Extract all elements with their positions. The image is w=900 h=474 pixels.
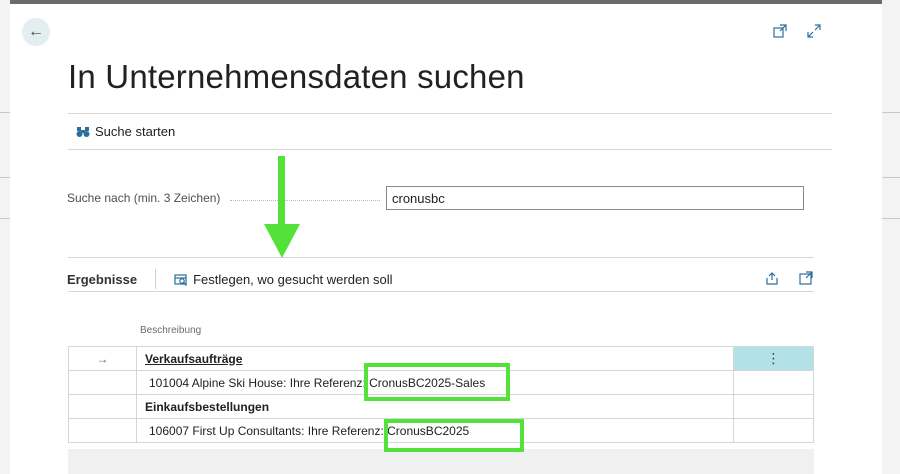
open-in-new-window-icon[interactable] (773, 24, 787, 38)
table-row[interactable]: → Verkaufsaufträge ⋮ (68, 346, 814, 371)
results-title: Ergebnisse (67, 271, 138, 287)
row-selector[interactable] (68, 418, 137, 443)
result-item-text[interactable]: 101004 Alpine Ski House: Ihre Referenz: … (136, 370, 734, 395)
row-actions-cell (733, 394, 814, 419)
expand-icon[interactable] (807, 24, 821, 38)
result-item-match: z: CronusBC2025-Sales (356, 375, 486, 390)
search-field-label: Suche nach (min. 3 Zeichen) (67, 191, 221, 205)
bg-divider (0, 218, 10, 219)
row-actions-button[interactable]: ⋮ (733, 346, 814, 371)
annotation-arrow-down-icon (264, 156, 300, 258)
start-search-button[interactable]: Suche starten (76, 124, 175, 139)
row-selector[interactable]: → (68, 346, 137, 371)
search-input[interactable] (386, 186, 804, 210)
group-sales-orders[interactable]: Verkaufsaufträge (136, 346, 734, 371)
results-toolbar: Ergebnisse Festlegen, wo gesucht werden … (67, 267, 813, 291)
toolbar-divider (68, 149, 832, 150)
group-purchase-orders[interactable]: Einkaufsbestellungen (136, 394, 734, 419)
share-icon[interactable] (765, 271, 779, 285)
results-toolbar-divider (68, 291, 814, 292)
search-settings-icon (174, 273, 188, 286)
binoculars-icon (76, 126, 90, 137)
result-item-match: CronusBC2025 (387, 423, 470, 438)
result-item-prefix: 106007 First Up Consultants: Ihre Refere… (149, 423, 388, 438)
start-search-label: Suche starten (95, 124, 176, 139)
bg-divider (882, 177, 900, 178)
open-in-pane-icon[interactable] (799, 271, 813, 285)
row-selector[interactable] (68, 370, 137, 395)
results-icon-group (765, 271, 813, 285)
arrow-left-icon: ← (28, 23, 44, 40)
result-item-text[interactable]: 106007 First Up Consultants: Ihre Refere… (136, 418, 734, 443)
background-page-right (882, 0, 900, 474)
results-footer-area (68, 449, 814, 474)
define-search-scope-label: Festlegen, wo gesucht werden soll (193, 271, 393, 287)
row-actions-cell (733, 370, 814, 395)
row-actions-cell (733, 418, 814, 443)
results-top-divider (68, 257, 814, 258)
results-table: → Verkaufsaufträge ⋮ 101004 Alpine Ski H… (68, 346, 814, 443)
toolbar-separator (155, 269, 157, 289)
column-header-description: Beschreibung (140, 325, 202, 336)
search-company-data-dialog: ← In Unternehmensdaten suchen Suche star… (10, 4, 882, 474)
table-row[interactable]: 101004 Alpine Ski House: Ihre Referenz: … (68, 370, 814, 395)
field-dotted-leader (230, 200, 380, 201)
table-row[interactable]: 106007 First Up Consultants: Ihre Refere… (68, 418, 814, 443)
table-row[interactable]: Einkaufsbestellungen (68, 394, 814, 419)
row-selector[interactable] (68, 394, 137, 419)
title-divider (68, 113, 832, 114)
bg-divider (0, 112, 10, 113)
define-search-scope-button[interactable]: Festlegen, wo gesucht werden soll (174, 271, 393, 287)
page-title: In Unternehmensdaten suchen (68, 58, 525, 95)
result-item-prefix: 101004 Alpine Ski House: Ihre Referen (149, 375, 357, 390)
bg-divider (0, 177, 10, 178)
background-page-left (0, 0, 10, 474)
back-button[interactable]: ← (22, 18, 50, 46)
bg-divider (882, 112, 900, 113)
bg-divider (882, 218, 900, 219)
